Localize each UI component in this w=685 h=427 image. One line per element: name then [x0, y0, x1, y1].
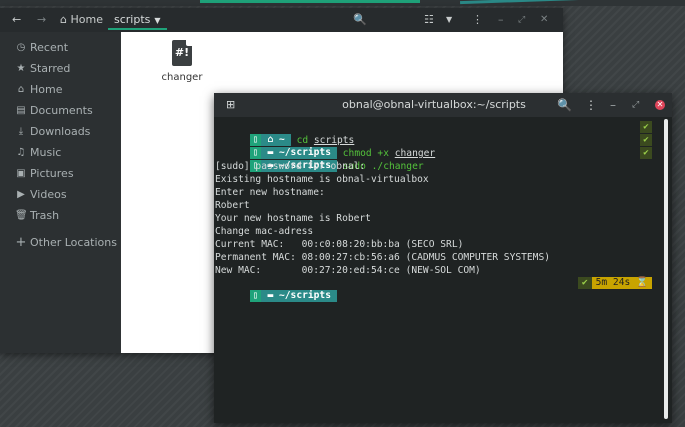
output-line: Change mac-adress	[215, 226, 314, 237]
terminal-output[interactable]: ▯ ⌂ ~ cd scripts ✔ ▯ ▬ ~/scripts chmod +x …	[214, 119, 664, 419]
prompt-line: ▯ ⌂ ~ cd scripts	[215, 121, 354, 146]
menu-icon[interactable]: ⋮	[585, 97, 597, 113]
path-label: scripts	[114, 13, 151, 26]
sidebar-item-label: Music	[30, 146, 62, 159]
prompt-path: ▬ ~/scripts	[261, 290, 337, 302]
home-icon: ⌂	[60, 13, 67, 26]
status-ok-badge: ✔	[640, 134, 652, 146]
menu-icon[interactable]: ⋮	[472, 13, 483, 27]
new-tab-icon[interactable]: ⊞	[226, 97, 235, 113]
home-path-button[interactable]: ⌂ Home	[60, 13, 103, 27]
plus-icon: +	[15, 235, 27, 250]
sidebar-item-label: Pictures	[30, 167, 74, 180]
file-item-changer[interactable]: #! changer	[154, 40, 210, 83]
chevron-down-icon: ▼	[154, 16, 161, 25]
path-bar-current[interactable]: scripts ▼	[108, 12, 167, 30]
sidebar-item-music[interactable]: ♫ Music	[0, 143, 120, 163]
sidebar-item-home[interactable]: ⌂ Home	[0, 80, 120, 100]
prompt-indicator-icon: ▯	[249, 290, 262, 302]
sidebar-item-starred[interactable]: ★ Starred	[0, 59, 120, 79]
sidebar-item-recent[interactable]: ◷ Recent	[0, 38, 120, 58]
prompt-line: ▯ ▬ ~/scripts chmod +x changer	[215, 134, 435, 159]
back-button[interactable]: ←	[12, 13, 21, 27]
output-line: [sudo] password for obnal:	[215, 161, 366, 172]
output-line: Robert	[215, 200, 250, 211]
sidebar-item-videos[interactable]: ▶ Videos	[0, 185, 120, 205]
file-name-label: changer	[161, 72, 203, 83]
terminal-headerbar: ⊞ obnal@obnal-virtualbox:~/scripts 🔍 ⋮ –…	[214, 93, 672, 117]
prompt-line: ▯ ▬ ~/scripts sudo ./changer	[215, 147, 424, 172]
trash-icon: 🗑	[15, 210, 28, 221]
terminal-window: ⊞ obnal@obnal-virtualbox:~/scripts 🔍 ⋮ –…	[214, 93, 672, 423]
elapsed-time-badge: 5m 24s ⌛	[591, 277, 652, 289]
maximize-icon[interactable]: ⤢	[518, 13, 525, 27]
terminal-scrollbar[interactable]	[664, 119, 668, 419]
minimize-icon[interactable]: –	[498, 13, 504, 27]
output-line: Enter new hostname:	[215, 187, 325, 198]
file-manager-headerbar: ← → ⌂ Home scripts ▼ 🔍 ☷ ▼ ⋮ – ⤢ ✕	[0, 8, 563, 32]
sidebar-item-other-locations[interactable]: + Other Locations	[0, 233, 120, 253]
output-line: Permanent MAC: 08:00:27:cb:56:a6 (CADMUS…	[215, 252, 551, 263]
sidebar-item-label: Recent	[30, 41, 69, 54]
status-ok-badge: ✔	[640, 121, 652, 133]
sidebar-item-label: Videos	[30, 188, 67, 201]
script-file-icon: #!	[172, 40, 192, 66]
output-line: Your new hostname is Robert	[215, 213, 371, 224]
sidebar-item-label: Trash	[30, 209, 60, 222]
documents-icon: ▤	[16, 105, 26, 116]
hourglass-icon: ⌛	[636, 277, 648, 288]
status-ok-badge: ✔	[640, 147, 652, 159]
sidebar-item-label: Documents	[30, 104, 93, 117]
right-prompt-status: ✔ 5m 24s ⌛	[577, 277, 652, 289]
close-icon[interactable]: ✕	[655, 100, 665, 110]
close-icon[interactable]: ✕	[540, 13, 548, 27]
sidebar-item-label: Starred	[30, 62, 71, 75]
sidebar-item-downloads[interactable]: ⤓ Downloads	[0, 122, 120, 142]
video-icon: ▶	[17, 189, 25, 200]
search-icon[interactable]: 🔍	[353, 13, 367, 27]
search-icon[interactable]: 🔍	[557, 97, 572, 113]
home-path-label: Home	[70, 13, 103, 26]
recent-icon: ◷	[16, 42, 26, 53]
prompt-line: ▯ ▬ ~/scripts	[215, 277, 337, 302]
output-line: Existing hostname is obnal-virtualbox	[215, 174, 429, 185]
places-sidebar: ◷ Recent ★ Starred ⌂ Home ▤ Documents ⤓ …	[0, 32, 120, 353]
star-icon: ★	[16, 63, 26, 74]
maximize-icon[interactable]: ⤢	[632, 97, 639, 113]
output-line: Current MAC: 00:c0:08:20:bb:ba (SECO SRL…	[215, 239, 464, 250]
download-icon: ⤓	[18, 126, 24, 137]
minimize-icon[interactable]: –	[610, 97, 616, 113]
pictures-icon: ▣	[16, 168, 26, 179]
desktop-accent-line	[200, 0, 420, 3]
sidebar-item-trash[interactable]: 🗑 Trash	[0, 206, 120, 226]
home-icon: ⌂	[17, 84, 25, 95]
view-options-icon[interactable]: ☷	[424, 13, 434, 27]
music-icon: ♫	[16, 147, 26, 158]
sidebar-item-pictures[interactable]: ▣ Pictures	[0, 164, 120, 184]
sidebar-item-label: Downloads	[30, 125, 91, 138]
view-options-chevron-icon[interactable]: ▼	[446, 13, 452, 27]
sidebar-item-label: Other Locations	[30, 236, 117, 249]
output-line: New MAC: 00:27:20:ed:54:ce (NEW-SOL COM)	[215, 265, 481, 276]
sidebar-item-label: Home	[30, 83, 63, 96]
status-ok-badge: ✔	[577, 277, 592, 289]
sidebar-item-documents[interactable]: ▤ Documents	[0, 101, 120, 121]
terminal-title: obnal@obnal-virtualbox:~/scripts	[342, 98, 526, 111]
forward-button[interactable]: →	[37, 13, 46, 27]
